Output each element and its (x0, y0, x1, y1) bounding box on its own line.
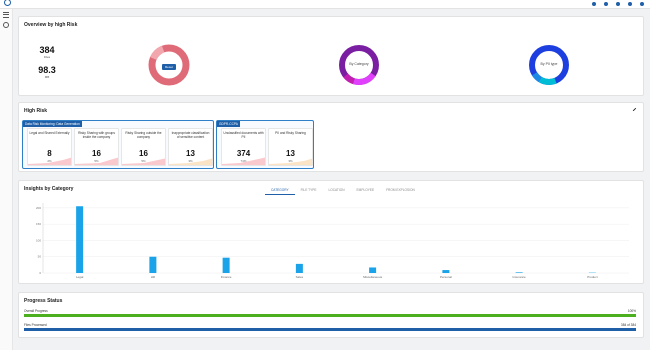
risk-sparkline (28, 157, 71, 165)
y-tick-label: 0 (39, 271, 41, 275)
pii-donut-label: By PII type (540, 62, 558, 66)
x-tick-label: Insurance (513, 275, 527, 279)
x-tick-label: Miscellaneous (363, 275, 383, 279)
gear-icon[interactable] (3, 22, 9, 28)
risk-card-external-sharing[interactable]: Risky Sharing outside the company 16 5% (121, 128, 166, 166)
x-tick-label: HR (151, 275, 156, 279)
risk-card-label: Risky Sharing outside the company (125, 131, 162, 139)
bar (515, 272, 523, 273)
brand-logo[interactable] (4, 0, 13, 7)
tab-employee[interactable]: EMPLOYEE (351, 187, 381, 195)
risk-card-label: Legal and Shared Externally (29, 131, 70, 135)
files-processed-label: Files Processed (24, 323, 47, 327)
insights-title: Insights by Category (24, 186, 74, 192)
insights-card: Insights by Category CATEGORY FILE TYPE … (18, 180, 644, 284)
tab-location[interactable]: LOCATION (322, 187, 350, 195)
tab-category[interactable]: CATEGORY (265, 187, 295, 195)
bar (149, 256, 157, 273)
risk-sparkline (222, 157, 265, 165)
y-tick-label: 100 (36, 238, 41, 242)
insights-tabs: CATEGORY FILE TYPE LOCATION EMPLOYEE FRO… (265, 187, 421, 195)
category-donut-label: By Category (349, 62, 369, 66)
y-tick-label: 50 (38, 255, 42, 259)
y-tick-label: 150 (36, 222, 41, 226)
files-count: 384 (39, 45, 55, 55)
bar (76, 206, 84, 273)
risk-card-label: Unclassified documents with PII (223, 131, 264, 139)
risk-sparkline (122, 158, 165, 165)
overview-card: Overview by high Risk 384 Files 98.3 MB … (18, 16, 644, 96)
files-processed-track (24, 328, 636, 331)
risk-card-classification[interactable]: Inappropriate classification of sensitiv… (168, 128, 213, 166)
user-icon[interactable] (628, 2, 632, 6)
x-tick-label: Sales (296, 275, 304, 279)
category-bar-chart: 0 50 100 150 200 Legal HR Finance Sales Miscellan… (36, 203, 629, 279)
tab-file-type[interactable]: FILE TYPE (295, 187, 323, 195)
risk-sparkline (169, 158, 212, 165)
risk-card-unclassified-pii[interactable]: Unclassified documents with PII 374 74% (221, 128, 266, 166)
progress-card: Progress Status Overall Progress 100% Fi… (18, 292, 644, 338)
risk-sparkline (269, 158, 312, 165)
logo-icon (4, 0, 11, 6)
apps-icon[interactable] (640, 2, 644, 6)
bar (295, 263, 303, 273)
files-label: Files (43, 55, 51, 59)
high-risk-title: High Risk (24, 108, 48, 114)
risk-card-internal-sharing[interactable]: Risky Sharing with groups inside the com… (74, 128, 119, 166)
high-risk-card: High Risk Data Risk Monitoring: Data Gen… (18, 102, 644, 172)
overall-progress-value: 100% (627, 309, 636, 313)
risk-card-legal[interactable]: Legal and Shared Externally 8 2% (27, 128, 72, 166)
gdpr-group-title: GDPR-CCPA (217, 121, 240, 127)
risk-card-pii-sharing[interactable]: PII and Risky Sharing 13 3% (268, 128, 313, 166)
files-processed-fill (24, 328, 636, 331)
files-stat: 384 Files (32, 45, 62, 59)
x-tick-label: Finance (221, 275, 232, 279)
menu-icon[interactable] (3, 12, 9, 18)
files-processed-value: 384 of 384 (620, 323, 636, 327)
top-bar (0, 0, 650, 9)
help-icon[interactable] (604, 2, 608, 6)
x-tick-label: Legal (76, 275, 84, 279)
risk-card-label: Inappropriate classification of sensitiv… (171, 131, 210, 139)
data-risk-group: Data Risk Monitoring: Data Generation Le… (22, 120, 214, 169)
data-risk-group-title: Data Risk Monitoring: Data Generation (23, 121, 82, 127)
bar (442, 270, 450, 273)
overall-progress-track (24, 314, 636, 317)
overall-progress-fill (24, 314, 636, 317)
bell-icon[interactable] (592, 2, 596, 6)
top-actions (584, 0, 644, 8)
reset-button[interactable]: Reset (162, 64, 176, 70)
tab-from-explosion[interactable]: FROM EXPLOSION (380, 187, 421, 195)
size-value: 98.3 (38, 65, 56, 75)
progress-title: Progress Status (24, 298, 63, 304)
size-stat: 98.3 MB (32, 65, 62, 79)
x-tick-label: Product (587, 275, 598, 279)
overview-title: Overview by high Risk (24, 22, 78, 28)
y-tick-label: 200 (36, 206, 41, 210)
settings-icon[interactable] (616, 2, 620, 6)
risk-sparkline (75, 157, 118, 165)
risk-card-label: Risky Sharing with groups inside the com… (78, 131, 115, 139)
bar (222, 257, 230, 273)
bar (369, 267, 377, 273)
size-label: MB (44, 75, 50, 79)
risk-card-label: PII and Risky Sharing (275, 131, 306, 135)
x-tick-label: Personal (440, 275, 452, 279)
edit-icon[interactable] (632, 107, 637, 112)
sidebar (0, 9, 13, 350)
gdpr-group: GDPR-CCPA Unclassified documents with PI… (216, 120, 314, 169)
overall-progress-label: Overall Progress (24, 309, 48, 313)
